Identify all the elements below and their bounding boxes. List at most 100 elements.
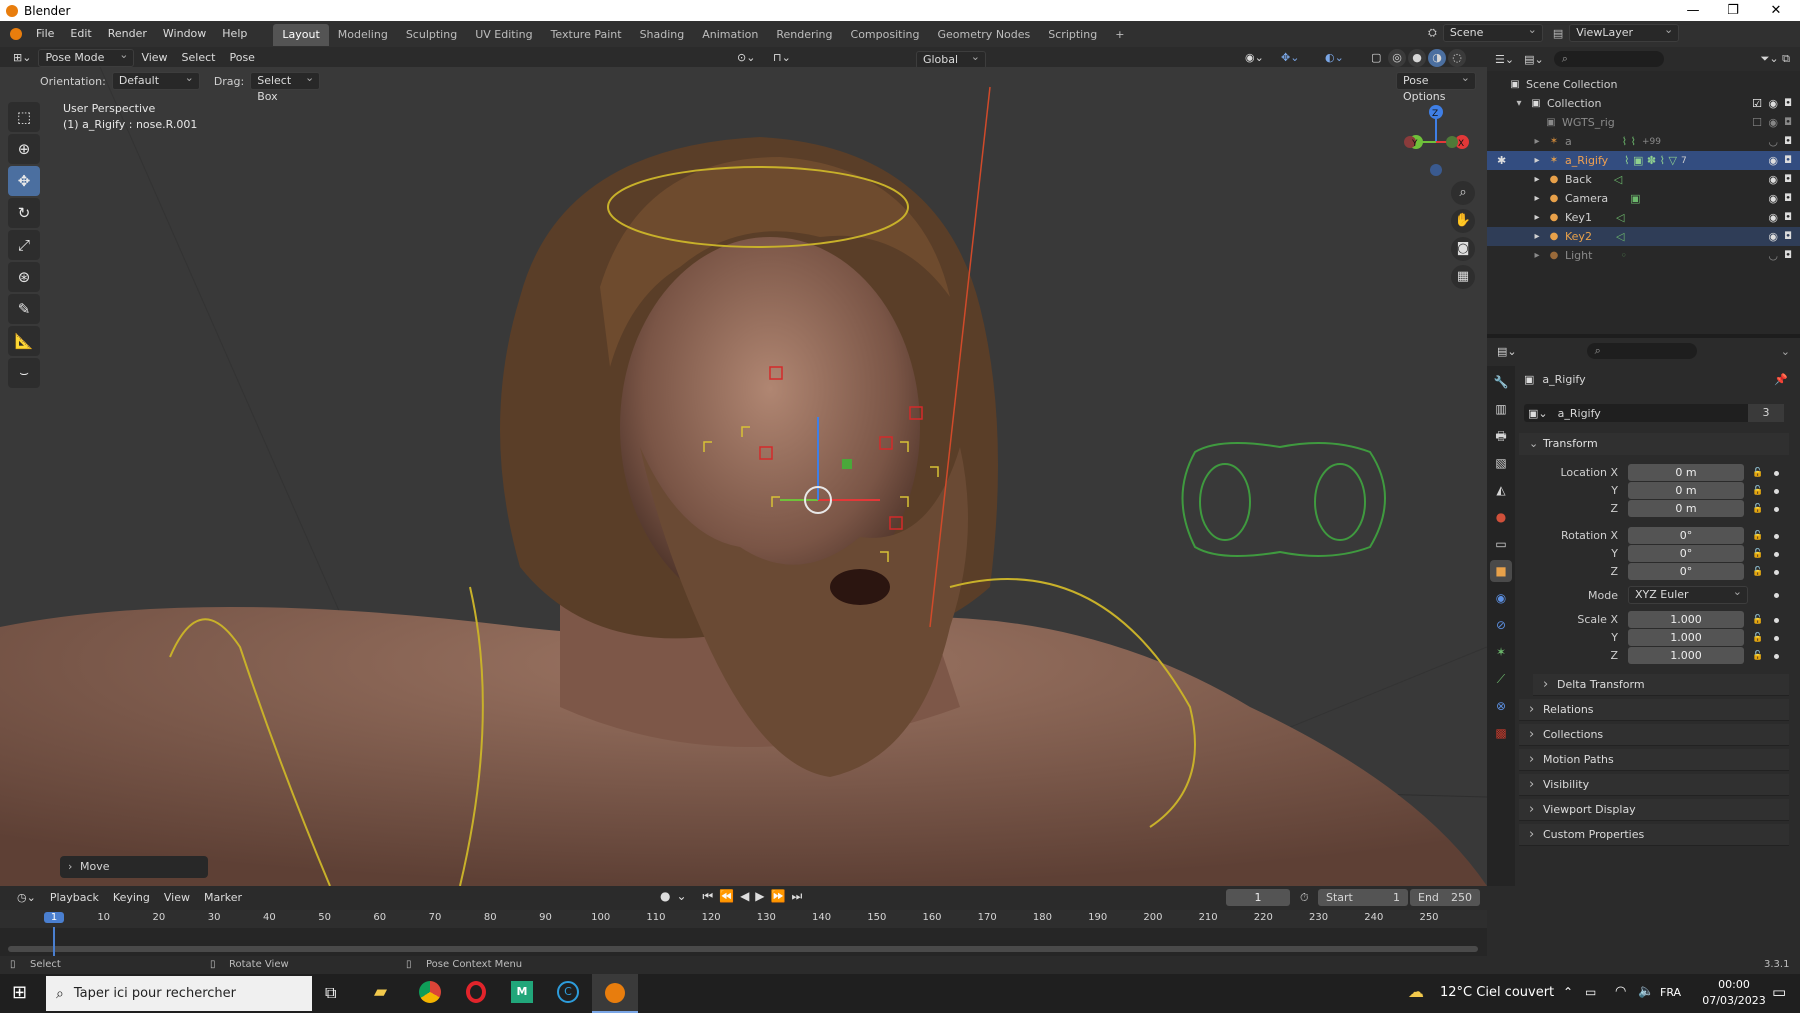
wireframe-shading-icon[interactable]: ◎ — [1388, 49, 1406, 67]
weather-text[interactable]: 12°C Ciel couvert — [1440, 985, 1554, 1000]
minimize-button[interactable]: — — [1673, 0, 1713, 21]
close-button[interactable]: ✕ — [1756, 0, 1796, 21]
timeline-area[interactable]: 1 10 20 30 40 50 60 70 80 90 100 110 120 130 140 150 160… — [0, 910, 1487, 956]
tool-tab-icon[interactable]: 🔧 — [1490, 371, 1512, 393]
lock-icon[interactable]: 🔓 — [1752, 651, 1763, 661]
collection-checkbox[interactable]: ☐ — [1752, 116, 1762, 129]
world-tab-icon[interactable]: ● — [1490, 506, 1512, 528]
playhead[interactable] — [53, 927, 55, 956]
pin-icon[interactable]: 📌 — [1774, 373, 1788, 386]
eye-closed-icon[interactable]: ◡ — [1768, 135, 1778, 148]
eye-widget[interactable] — [1181, 442, 1386, 557]
outliner-item-key1[interactable]: ▸ ● Key1 ◁ ◉ ◘ — [1487, 208, 1800, 227]
material-shading-icon[interactable]: ◑ — [1428, 49, 1446, 67]
wifi-icon[interactable]: ◠ — [1615, 984, 1626, 999]
location-z-field[interactable]: 0 m — [1628, 500, 1744, 517]
camera-render-icon[interactable]: ◘ — [1784, 155, 1792, 166]
tab-layout[interactable]: Layout — [273, 24, 329, 46]
gizmo-toggle-icon[interactable]: ✥⌄ — [1274, 48, 1306, 68]
eye-closed-icon[interactable]: ◡ — [1768, 249, 1778, 262]
collapse-chevron-icon[interactable]: ▾ — [1513, 98, 1525, 110]
motion-paths-panel[interactable]: Motion Paths — [1519, 749, 1789, 771]
lock-icon[interactable]: 🔓 — [1752, 633, 1763, 643]
grid-view-icon[interactable]: ▦ — [1451, 265, 1475, 289]
eye-icon[interactable]: ◉ — [1768, 154, 1778, 167]
pivot-icon[interactable]: ⊙⌄ — [730, 48, 762, 68]
menu-edit[interactable]: Edit — [62, 21, 99, 47]
rendered-shading-icon[interactable]: ◌ — [1448, 49, 1466, 67]
outliner-search-input[interactable]: ⌕ — [1553, 51, 1664, 67]
clock-time[interactable]: 00:00 — [1702, 978, 1766, 991]
end-frame-field[interactable]: End 250 — [1410, 889, 1480, 906]
camera-render-icon[interactable]: ◘ — [1784, 250, 1792, 261]
rotation-x-field[interactable]: 0° — [1628, 527, 1744, 544]
volume-icon[interactable]: 🔈 — [1638, 984, 1654, 999]
menu-view-timeline[interactable]: View — [157, 888, 197, 908]
visibility-panel[interactable]: Visibility — [1519, 774, 1789, 796]
zoom-icon[interactable]: ⌕ — [1451, 181, 1475, 205]
user-count[interactable]: 3 — [1748, 404, 1784, 422]
lock-icon[interactable]: 🔓 — [1752, 531, 1763, 541]
camera-render-icon[interactable]: ◘ — [1784, 231, 1792, 242]
tab-rendering[interactable]: Rendering — [767, 24, 841, 46]
keyframe-dot-icon[interactable] — [1774, 654, 1779, 659]
display-mode-icon[interactable]: ▤⌄ — [1524, 53, 1544, 66]
tray-chevron-icon[interactable]: ⌃ — [1563, 985, 1573, 999]
filter-icon[interactable]: ⏷⌄ ⧉ — [1761, 52, 1790, 66]
app-c-icon[interactable]: C — [557, 981, 579, 1003]
physics-tab-icon[interactable]: ◉ — [1490, 587, 1512, 609]
camera-render-icon[interactable]: ◘ — [1784, 117, 1792, 128]
collections-panel[interactable]: Collections — [1519, 724, 1789, 746]
tab-scripting[interactable]: Scripting — [1039, 24, 1106, 46]
expand-chevron-icon[interactable]: ▸ — [1531, 155, 1543, 167]
armature-data-tab-icon[interactable]: ✶ — [1490, 641, 1512, 663]
timeline-scrollbar[interactable] — [8, 946, 1478, 952]
lock-icon[interactable]: 🔓 — [1752, 468, 1763, 478]
transform-panel-header[interactable]: ⌄ Transform — [1519, 433, 1789, 455]
snap-icon[interactable]: ⊓⌄ — [766, 48, 798, 68]
relax-pose-tool-icon[interactable]: ⌣ — [8, 358, 40, 388]
eye-icon[interactable]: ◉ — [1768, 97, 1778, 110]
stopwatch-icon[interactable]: ⏱ — [1300, 891, 1309, 905]
windows-start-icon[interactable]: ⊞ — [12, 982, 27, 1003]
outliner-item-wgts-rig[interactable]: ▣ WGTS_rig ☐ ◉ ◘ — [1487, 113, 1800, 132]
menu-render[interactable]: Render — [100, 21, 155, 47]
tray-device-icon[interactable]: ▭ — [1585, 985, 1596, 999]
3d-viewport[interactable]: User Perspective (1) a_Rigify : nose.R.0… — [0, 67, 1487, 886]
camera-render-icon[interactable]: ◘ — [1784, 136, 1792, 147]
eye-icon[interactable]: ◉ — [1768, 230, 1778, 243]
expand-chevron-icon[interactable]: ▸ — [1531, 174, 1543, 186]
select-box-tool-icon[interactable]: ⬚ — [8, 102, 40, 132]
scale-z-field[interactable]: 1.000 — [1628, 647, 1744, 664]
move-tool-icon[interactable]: ✥ — [8, 166, 40, 196]
last-operator-panel[interactable]: › Move — [60, 856, 208, 878]
location-y-field[interactable]: 0 m — [1628, 482, 1744, 499]
frame-ruler[interactable]: 1 10 20 30 40 50 60 70 80 90 100 110 120 130 140 150 160… — [0, 910, 1487, 928]
timeline-editor-icon[interactable]: ◷⌄ — [10, 888, 43, 908]
current-frame-field[interactable]: 1 — [1226, 889, 1290, 906]
scene-collection-row[interactable]: ▣ Scene Collection — [1487, 75, 1800, 94]
solid-shading-icon[interactable]: ● — [1408, 49, 1426, 67]
outliner-item-key2[interactable]: ▸ ● Key2 ◁ ◉ ◘ — [1487, 227, 1800, 246]
scale-tool-icon[interactable]: ⤢ — [8, 230, 40, 260]
view-layer-selector[interactable]: ViewLayer — [1569, 22, 1680, 42]
datablock-selector[interactable]: ▣⌄ a_Rigify 3 — [1524, 404, 1784, 422]
texture-tab-icon[interactable]: ▩ — [1490, 722, 1512, 744]
tab-uv-editing[interactable]: UV Editing — [466, 24, 541, 46]
pose-mode-icon[interactable]: ✱ — [1497, 154, 1506, 167]
lock-icon[interactable]: 🔓 — [1752, 615, 1763, 625]
lock-icon[interactable]: 🔓 — [1752, 567, 1763, 577]
keyframe-dot-icon[interactable] — [1774, 570, 1779, 575]
transform-tool-icon[interactable]: ⊛ — [8, 262, 40, 292]
keyframe-dot-icon[interactable] — [1774, 618, 1779, 623]
app-m-icon[interactable]: M — [511, 981, 533, 1003]
location-x-field[interactable]: 0 m — [1628, 464, 1744, 481]
expand-chevron-icon[interactable]: ▸ — [1531, 231, 1543, 243]
bone-tab-icon[interactable]: ⟋ — [1490, 668, 1512, 690]
clock-date[interactable]: 07/03/2023 — [1702, 994, 1766, 1007]
keyframe-dot-icon[interactable] — [1774, 534, 1779, 539]
scale-y-field[interactable]: 1.000 — [1628, 629, 1744, 646]
rotation-z-field[interactable]: 0° — [1628, 563, 1744, 580]
xray-icon[interactable]: ▢ — [1364, 48, 1388, 68]
cursor-tool-icon[interactable]: ⊕ — [8, 134, 40, 164]
